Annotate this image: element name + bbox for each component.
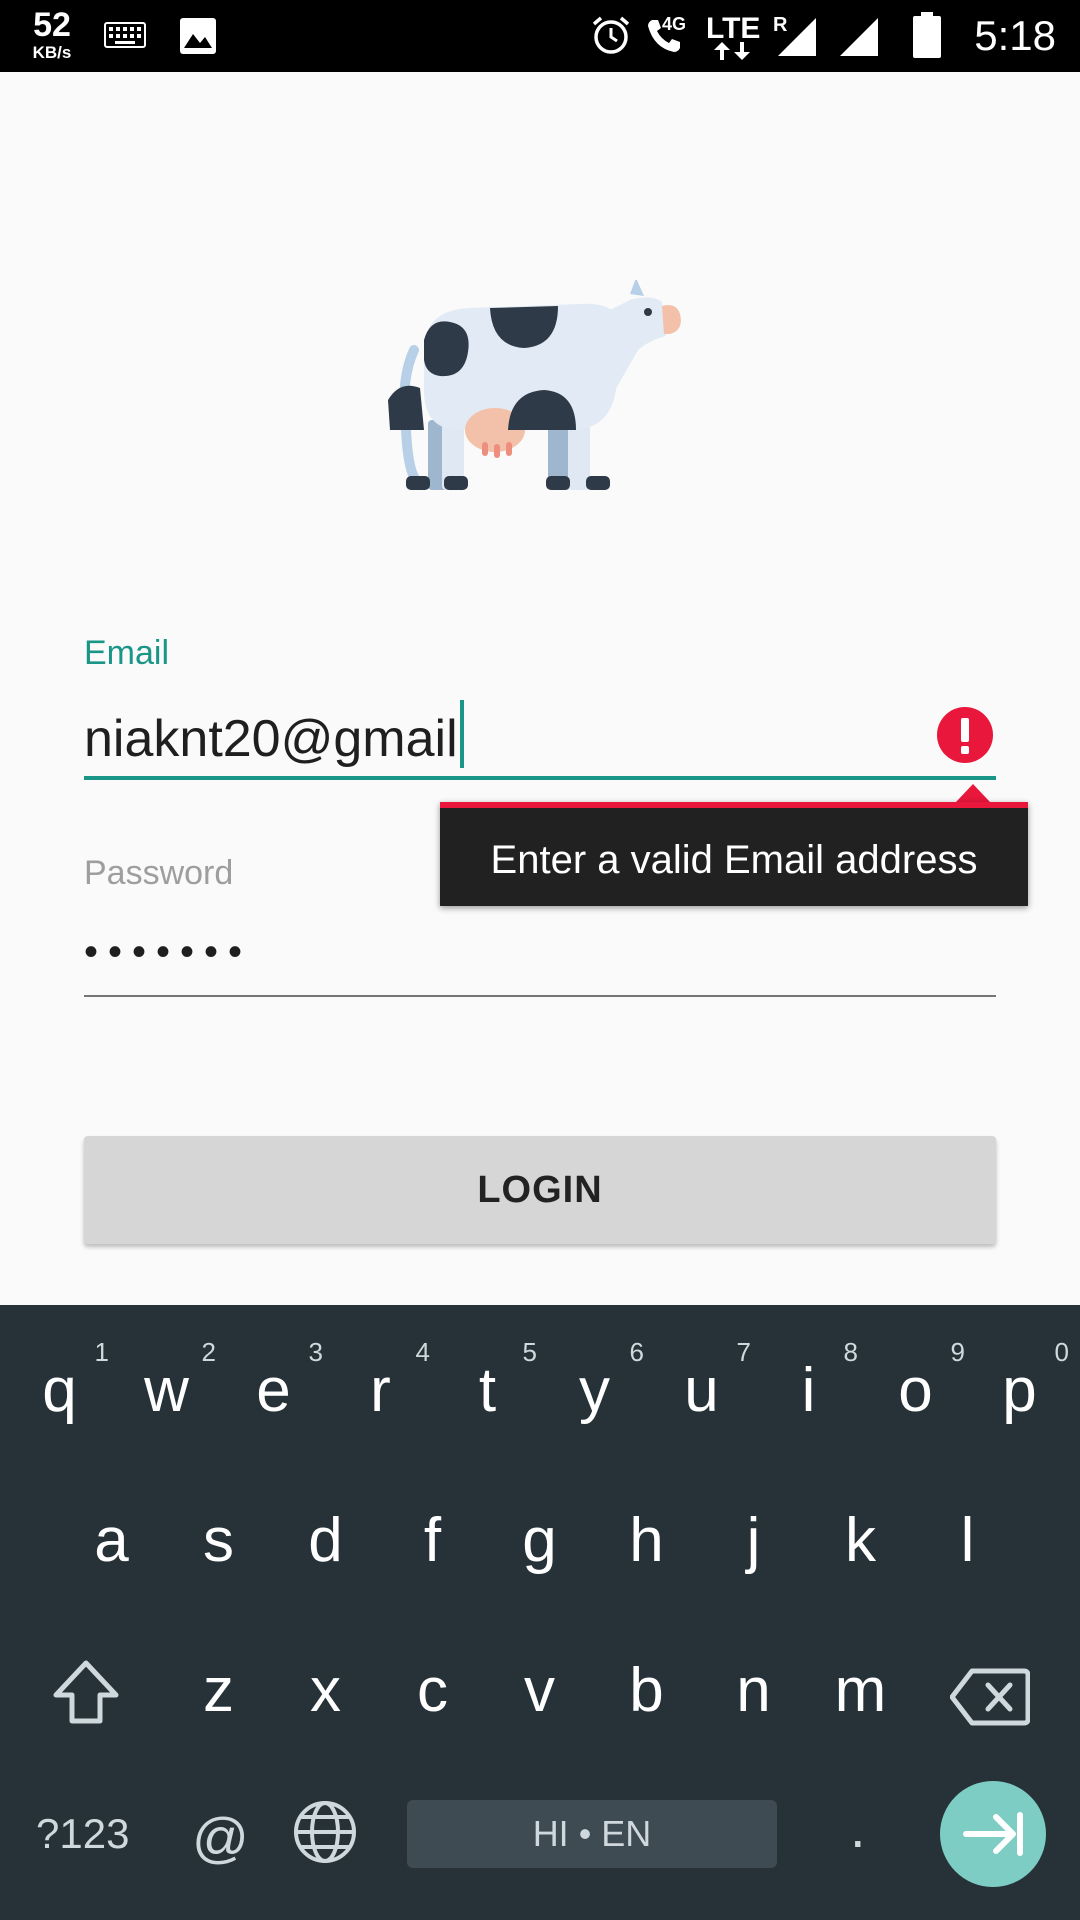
- lte-label: LTE: [706, 12, 761, 45]
- email-input-text: niaknt20@gmail: [84, 710, 458, 768]
- key-a[interactable]: a: [58, 1505, 165, 1576]
- key-n[interactable]: n: [700, 1655, 807, 1726]
- image-icon: [180, 18, 216, 54]
- error-icon[interactable]: [937, 707, 993, 763]
- key-hint: 5: [522, 1337, 537, 1367]
- clock: 5:18: [974, 12, 1056, 59]
- error-tooltip: Enter a valid Email address: [440, 802, 1028, 906]
- key-m[interactable]: m: [807, 1655, 914, 1726]
- key-hint: 0: [1054, 1337, 1069, 1367]
- key-w[interactable]: w2: [113, 1337, 220, 1426]
- key-hint: 9: [950, 1337, 965, 1367]
- tooltip-arrow: [956, 784, 990, 802]
- key-label: p: [1002, 1356, 1037, 1425]
- key-label: q: [42, 1356, 77, 1425]
- text-cursor: [459, 700, 464, 768]
- login-button[interactable]: LOGIN: [84, 1136, 996, 1244]
- battery-icon: [913, 12, 941, 58]
- data-arrows-icon: [714, 42, 750, 60]
- key-u[interactable]: u7: [648, 1337, 755, 1426]
- key-d[interactable]: d: [272, 1505, 379, 1576]
- key-v[interactable]: v: [486, 1655, 593, 1726]
- network-type: 4G: [662, 14, 687, 34]
- key-z[interactable]: z: [165, 1655, 272, 1726]
- backspace-key-icon[interactable]: [950, 1667, 1030, 1727]
- password-input[interactable]: •••••••: [84, 930, 252, 975]
- key-r[interactable]: r4: [327, 1337, 434, 1426]
- key-t[interactable]: t5: [434, 1337, 541, 1426]
- key-label: u: [684, 1356, 719, 1425]
- signal-icon: [778, 18, 816, 56]
- key-hint: 6: [629, 1337, 644, 1367]
- key-label: r: [370, 1356, 391, 1425]
- shift-key-icon[interactable]: [50, 1657, 122, 1727]
- key-s[interactable]: s: [165, 1505, 272, 1576]
- key-label: w: [144, 1356, 189, 1425]
- next-arrow-icon: [963, 1812, 1023, 1856]
- key-g[interactable]: g: [486, 1505, 593, 1576]
- email-underline: [84, 776, 996, 780]
- key-o[interactable]: o9: [862, 1337, 969, 1426]
- period-key[interactable]: .: [850, 1795, 866, 1860]
- signal-icon: [840, 18, 878, 56]
- email-label: Email: [84, 634, 170, 672]
- key-e[interactable]: e3: [220, 1337, 327, 1426]
- network-speed-value: 52: [33, 6, 71, 44]
- password-underline: [84, 995, 996, 997]
- soft-keyboard: q1 w2 e3 r4 t5 y6 u7 i8 o9 p0 a s d f g …: [0, 1305, 1080, 1920]
- status-bar: 52 KB/s 4G LTE R 5:18: [0, 0, 1080, 72]
- key-hint: 1: [94, 1337, 109, 1367]
- key-hint: 2: [201, 1337, 216, 1367]
- key-label: i: [801, 1356, 816, 1425]
- space-bar[interactable]: HI • EN: [407, 1800, 777, 1868]
- key-label: y: [579, 1356, 610, 1425]
- key-hint: 7: [736, 1337, 751, 1367]
- symbols-key[interactable]: ?123: [36, 1810, 129, 1858]
- key-i[interactable]: i8: [755, 1337, 862, 1426]
- key-y[interactable]: y6: [541, 1337, 648, 1426]
- network-speed: 52 KB/s: [22, 8, 82, 61]
- key-b[interactable]: b: [593, 1655, 700, 1726]
- key-q[interactable]: q1: [6, 1337, 113, 1426]
- password-label: Password: [84, 854, 234, 892]
- enter-key[interactable]: [940, 1781, 1046, 1887]
- cow-logo: [388, 280, 681, 490]
- key-label: e: [256, 1356, 291, 1425]
- key-l[interactable]: l: [914, 1505, 1021, 1576]
- at-key[interactable]: @: [192, 1805, 249, 1870]
- keyboard-icon: [104, 22, 146, 48]
- key-k[interactable]: k: [807, 1505, 914, 1576]
- globe-icon[interactable]: [292, 1799, 358, 1865]
- key-h[interactable]: h: [593, 1505, 700, 1576]
- key-f[interactable]: f: [379, 1505, 486, 1576]
- alarm-icon: [592, 16, 630, 54]
- key-hint: 8: [843, 1337, 858, 1367]
- key-c[interactable]: c: [379, 1655, 486, 1726]
- key-label: o: [898, 1356, 933, 1425]
- key-p[interactable]: p0: [966, 1337, 1073, 1426]
- email-input[interactable]: niaknt20@gmail: [84, 700, 464, 769]
- key-hint: 4: [415, 1337, 430, 1367]
- key-j[interactable]: j: [700, 1505, 807, 1576]
- network-speed-unit: KB/s: [32, 43, 72, 62]
- key-x[interactable]: x: [272, 1655, 379, 1726]
- key-hint: 3: [308, 1337, 323, 1367]
- key-label: t: [478, 1356, 497, 1425]
